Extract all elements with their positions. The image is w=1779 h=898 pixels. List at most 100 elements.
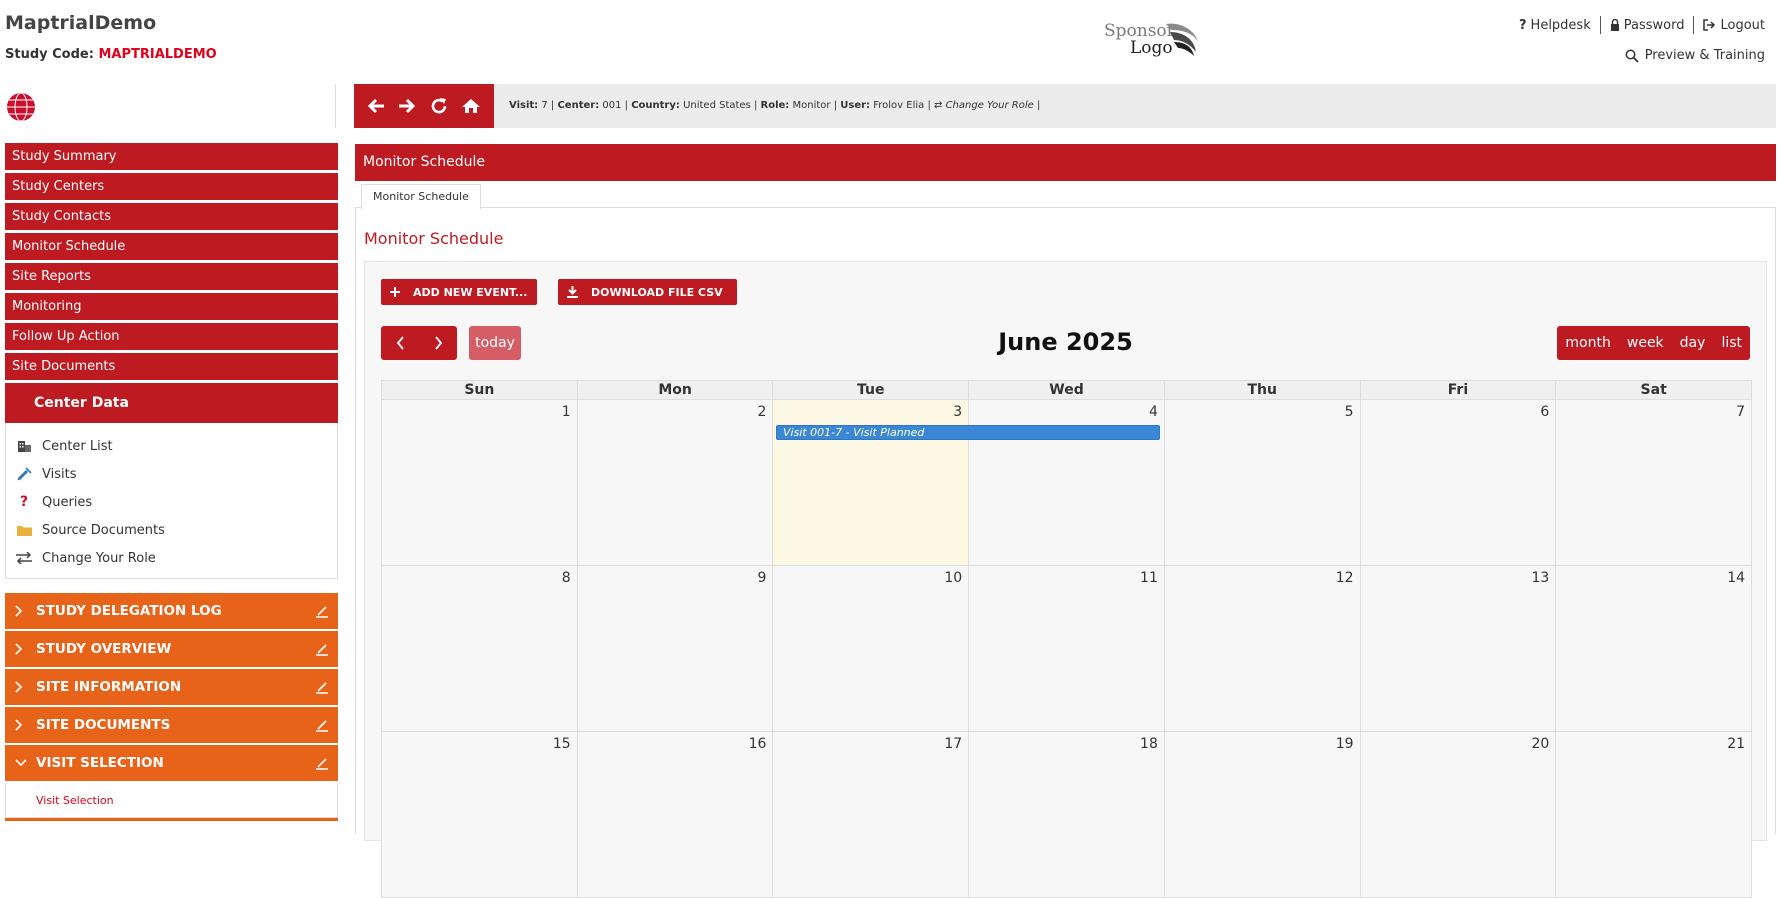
center-item-visits[interactable]: Visits (6, 460, 337, 488)
day-number: 1 (561, 404, 571, 420)
sidebar-item-site-documents[interactable]: Site Documents (5, 353, 338, 380)
sidebar: Study Summary Study Centers Study Contac… (5, 143, 338, 821)
swap-icon: ⇄ (934, 100, 943, 111)
search-icon (1625, 49, 1639, 63)
calendar-day-cell[interactable]: 2 (576, 400, 773, 565)
calendar-day-cell[interactable]: 1 (382, 400, 577, 565)
download-csv-button[interactable]: DOWNLOAD FILE CSV (558, 279, 737, 305)
helpdesk-link[interactable]: ? Helpdesk (1519, 18, 1591, 33)
calendar-day-cell[interactable]: 20 (1359, 732, 1556, 897)
calendar-week-row: 8 9 10 11 12 13 14 (381, 566, 1752, 732)
panel-title: Monitor Schedule (355, 144, 1776, 181)
country-value: United States (683, 100, 751, 111)
day-number: 6 (1540, 404, 1550, 420)
calendar-day-cell[interactable]: 7 (1555, 400, 1752, 565)
accordion-next-item (5, 818, 338, 821)
logout-link[interactable]: Logout (1703, 18, 1765, 33)
role-value: Monitor (792, 100, 831, 111)
view-list-button[interactable]: list (1713, 335, 1750, 351)
accordion-label: SITE INFORMATION (36, 679, 182, 695)
view-day-button[interactable]: day (1672, 335, 1714, 351)
calendar-day-cell[interactable]: 9 (576, 566, 773, 731)
sidebar-item-study-contacts[interactable]: Study Contacts (5, 203, 338, 230)
sidebar-item-follow-up-action[interactable]: Follow Up Action (5, 323, 338, 350)
study-code-value: MAPTRIALDEMO (98, 47, 217, 62)
next-month-button[interactable] (419, 326, 457, 360)
top-links: ? Helpdesk Password Logout (1519, 16, 1765, 34)
day-number: 13 (1531, 570, 1550, 586)
calendar-day-cell[interactable]: 8 (382, 566, 577, 731)
divider (1693, 16, 1695, 34)
center-item-center-list[interactable]: Center List (6, 432, 337, 460)
accordion-visit-selection[interactable]: VISIT SELECTION (5, 745, 338, 781)
accordion-site-information[interactable]: SITE INFORMATION (5, 669, 338, 705)
day-number: 10 (944, 570, 963, 586)
accordion-site-documents[interactable]: SITE DOCUMENTS (5, 707, 338, 743)
view-month-button[interactable]: month (1557, 335, 1618, 351)
calendar-day-cell[interactable]: 13 (1359, 566, 1556, 731)
add-new-event-label: ADD NEW EVENT... (413, 285, 528, 299)
calendar-day-cell[interactable]: 16 (576, 732, 773, 897)
chevron-down-icon (15, 759, 27, 767)
edit-icon[interactable] (315, 604, 329, 622)
preview-training-link[interactable]: Preview & Training (1625, 48, 1765, 63)
center-item-change-role[interactable]: Change Your Role (6, 544, 337, 572)
change-role-link[interactable]: Change Your Role (946, 100, 1034, 111)
today-button[interactable]: today (469, 326, 521, 360)
add-new-event-button[interactable]: ADD NEW EVENT... (381, 279, 537, 305)
day-number: 21 (1727, 736, 1746, 752)
calendar-container: ADD NEW EVENT... DOWNLOAD FILE CSV today… (364, 261, 1767, 898)
center-value: 001 (602, 100, 622, 111)
calendar-week-row: 1 2 3 4 5 6 7 Visit 001-7 - Visit Planne… (381, 400, 1752, 566)
sidebar-item-study-summary[interactable]: Study Summary (5, 143, 338, 170)
edit-icon[interactable] (315, 756, 329, 774)
sidebar-item-monitor-schedule[interactable]: Monitor Schedule (5, 233, 338, 260)
page-heading: Monitor Schedule (364, 229, 504, 248)
day-number: 18 (1140, 736, 1158, 752)
accordion-sub-panel: Visit Selection (5, 783, 338, 818)
calendar-view-switcher: month week day list (1557, 326, 1750, 360)
calendar-day-cell[interactable]: 5 (1163, 400, 1360, 565)
calendar-day-cell[interactable]: 15 (382, 732, 577, 897)
visit-label: Visit: (509, 100, 539, 111)
calendar-day-cell[interactable]: 10 (772, 566, 969, 731)
sidebar-item-study-centers[interactable]: Study Centers (5, 173, 338, 200)
globe-logo-icon[interactable] (6, 92, 36, 122)
edit-icon[interactable] (315, 642, 329, 660)
calendar-day-cell[interactable]: 17 (772, 732, 969, 897)
view-week-button[interactable]: week (1619, 335, 1672, 351)
study-code: Study Code: MAPTRIALDEMO (5, 47, 217, 62)
visit-value: 7 (541, 100, 548, 111)
user-value: Frolov Elia (873, 100, 925, 111)
sponsor-logo: Sponsor Logo (1104, 18, 1204, 62)
accordion-study-delegation-log[interactable]: STUDY DELEGATION LOG (5, 593, 338, 629)
calendar-day-cell[interactable]: 19 (1163, 732, 1360, 897)
sidebar-item-site-reports[interactable]: Site Reports (5, 263, 338, 290)
forward-arrow-icon[interactable] (398, 98, 416, 114)
calendar-day-cell[interactable]: 14 (1555, 566, 1752, 731)
accordion-label: SITE DOCUMENTS (36, 717, 171, 733)
day-number: 2 (757, 404, 767, 420)
edit-icon[interactable] (315, 718, 329, 736)
sidebar-item-monitoring[interactable]: Monitoring (5, 293, 338, 320)
center-item-source-documents[interactable]: Source Documents (6, 516, 337, 544)
refresh-icon[interactable] (430, 97, 448, 115)
password-link[interactable]: Password (1610, 18, 1684, 33)
calendar-day-cell[interactable]: 18 (968, 732, 1164, 897)
calendar-grid: Sun Mon Tue Wed Thu Fri Sat 1 2 3 4 5 6 … (381, 380, 1752, 898)
calendar-day-cell[interactable]: 6 (1359, 400, 1556, 565)
visit-selection-link[interactable]: Visit Selection (36, 794, 114, 807)
country-label: Country: (631, 100, 680, 111)
home-icon[interactable] (461, 98, 481, 114)
edit-icon[interactable] (315, 680, 329, 698)
calendar-day-cell[interactable]: 12 (1163, 566, 1360, 731)
center-label: Center: (557, 100, 600, 111)
prev-month-button[interactable] (381, 326, 419, 360)
center-item-queries[interactable]: ? Queries (6, 488, 337, 516)
accordion-study-overview[interactable]: STUDY OVERVIEW (5, 631, 338, 667)
calendar-day-cell[interactable]: 21 (1555, 732, 1752, 897)
back-arrow-icon[interactable] (367, 98, 385, 114)
building-icon (13, 440, 35, 452)
calendar-event[interactable]: Visit 001-7 - Visit Planned (776, 425, 1160, 440)
calendar-day-cell[interactable]: 11 (968, 566, 1164, 731)
